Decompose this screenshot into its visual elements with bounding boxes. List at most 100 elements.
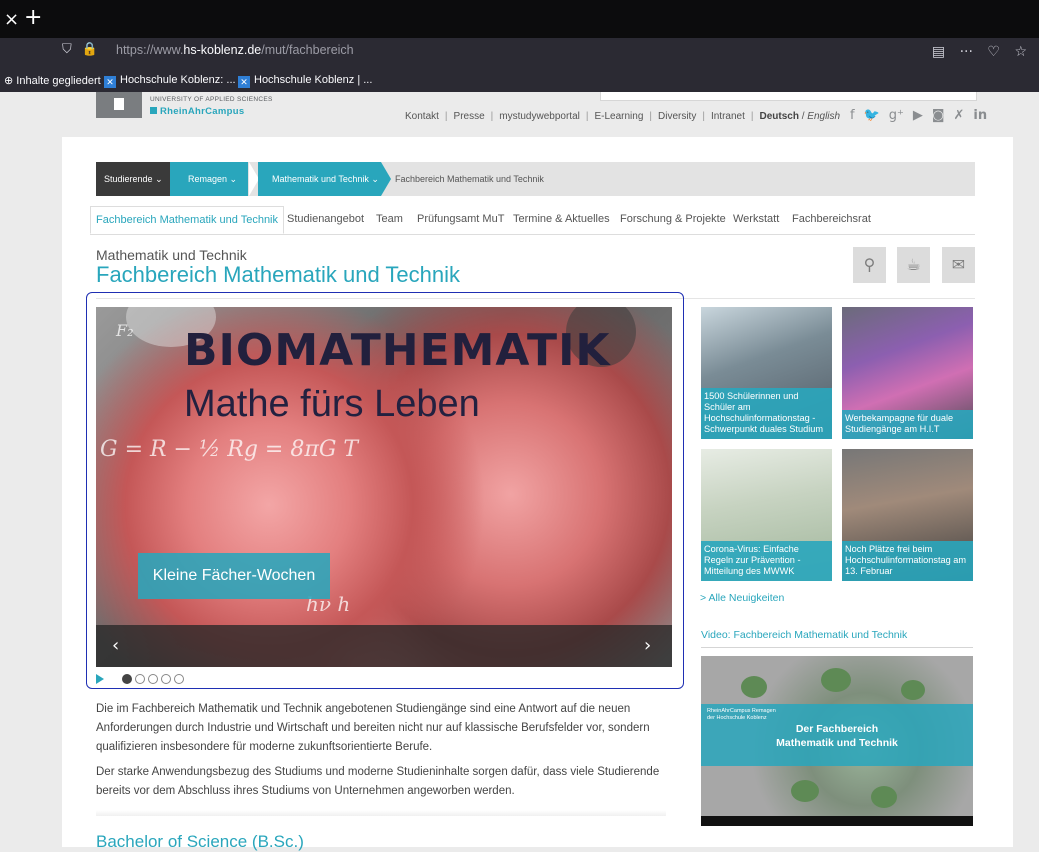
- decorative-tree: [821, 668, 851, 692]
- slide-subheadline: Mathe fürs Leben: [184, 383, 480, 425]
- intro-paragraph: Der starke Anwendungsbezug des Studiums …: [96, 766, 660, 797]
- googleplus-icon[interactable]: g⁺: [889, 108, 904, 123]
- news-caption: Werbekampagne für duale Studiengänge am …: [842, 410, 973, 439]
- news-caption: Corona-Virus: Einfache Regeln zur Präven…: [701, 541, 832, 581]
- url-path: /mut/fachbereich: [261, 43, 354, 57]
- tab-termine[interactable]: Termine & Aktuelles: [513, 206, 610, 232]
- tab-team[interactable]: Team: [376, 206, 403, 232]
- slider-prev-button[interactable]: ‹: [112, 635, 119, 656]
- topnav-presse[interactable]: Presse: [454, 111, 485, 122]
- divider: [96, 810, 666, 816]
- shield-icon[interactable]: ⛉: [62, 42, 72, 57]
- globe-icon: ⊕: [4, 75, 17, 87]
- slide-headline: BIOMATHEMATIK: [184, 325, 611, 376]
- news-tile[interactable]: Corona-Virus: Einfache Regeln zur Präven…: [701, 449, 832, 581]
- image-slider[interactable]: G = R − ½ Rg = 8πG T F₂ hν h BIOMATHEMAT…: [96, 307, 672, 667]
- url-domain: hs-koblenz.de: [183, 43, 262, 57]
- tab-werkstatt[interactable]: Werkstatt: [733, 206, 779, 232]
- slider-dot[interactable]: [148, 674, 158, 684]
- pocket-icon[interactable]: ♡: [987, 44, 1000, 60]
- news-tile[interactable]: Werbekampagne für duale Studiengänge am …: [842, 307, 973, 439]
- chevron-down-icon: ⌄: [229, 174, 238, 184]
- tab-pruefungsamt[interactable]: Prüfungsamt MuT: [417, 206, 504, 232]
- bookmarks-toolbar: ⊕ Inhalte gegliedert ✕ Hochschule Koblenz…: [0, 70, 1039, 92]
- linkedin-icon[interactable]: in: [973, 108, 987, 123]
- instagram-icon[interactable]: ◙: [932, 108, 945, 123]
- reader-view-icon[interactable]: ▤: [932, 44, 945, 60]
- tab-fachbereich[interactable]: Fachbereich Mathematik und Technik: [90, 206, 285, 234]
- logo-subtitle: UNIVERSITY OF APPLIED SCIENCES: [150, 96, 273, 103]
- news-tile[interactable]: 1500 Schülerinnen und Schüler am Hochsch…: [701, 307, 832, 439]
- bookmark-item[interactable]: ⊕ Inhalte gegliedert: [4, 74, 101, 87]
- browser-tab-bar: × +: [0, 0, 1039, 38]
- nav-icons: ⛉ 🔒: [12, 42, 98, 57]
- slider-next-button[interactable]: ›: [644, 635, 651, 656]
- topnav-mystudywebportal[interactable]: mystudywebportal: [499, 111, 580, 122]
- section-heading: Bachelor of Science (B.Sc.): [96, 832, 304, 851]
- chevron-down-icon: ⌄: [371, 174, 379, 184]
- all-news-link[interactable]: > Alle Neuigkeiten: [700, 592, 784, 604]
- breadcrumb-mathematik[interactable]: Mathematik und Technik ⌄: [258, 162, 381, 196]
- location-button[interactable]: ⚲: [853, 247, 886, 283]
- search-input[interactable]: [600, 92, 977, 101]
- email-button[interactable]: ✉: [942, 247, 975, 283]
- lock-icon[interactable]: 🔒: [82, 42, 98, 57]
- xing-icon[interactable]: ✗: [954, 108, 965, 123]
- twitter-icon[interactable]: 🐦: [864, 108, 880, 123]
- slider-controls: ‹ ›: [96, 625, 672, 667]
- video-controls[interactable]: [701, 816, 973, 826]
- decorative-tree: [871, 786, 897, 808]
- topnav-intranet[interactable]: Intranet: [711, 111, 745, 122]
- intro-paragraph: Die im Fachbereich Mathematik und Techni…: [96, 703, 650, 753]
- address-field[interactable]: https://www.hs-koblenz.de/mut/fachbereic…: [116, 43, 354, 57]
- bookmark-item[interactable]: ✕ Hochschule Koblenz | ...: [238, 74, 372, 88]
- news-caption: Noch Plätze frei beim Hochschulinformati…: [842, 541, 973, 581]
- divider: [701, 647, 973, 648]
- topnav-elearning[interactable]: E-Learning: [594, 111, 643, 122]
- slider-dot[interactable]: [161, 674, 171, 684]
- tab-fachbereichsrat[interactable]: Fachbereichsrat: [792, 206, 871, 232]
- youtube-icon[interactable]: ▶: [913, 108, 923, 123]
- slider-dot[interactable]: [122, 674, 132, 684]
- decorative-tree: [791, 780, 819, 802]
- facebook-icon[interactable]: f: [850, 108, 855, 123]
- chevron-down-icon: ⌄: [155, 174, 163, 184]
- logo[interactable]: [96, 92, 142, 118]
- url-actions: ▤ ··· ♡ ☆: [922, 44, 1027, 60]
- slide-caption-button[interactable]: Kleine Fächer-Wochen: [138, 553, 330, 599]
- hs-favicon-icon: ✕: [238, 76, 250, 88]
- language-switch[interactable]: Deutsch / English: [759, 111, 840, 122]
- more-actions-icon[interactable]: ···: [960, 44, 973, 60]
- coffee-button[interactable]: ☕: [897, 247, 930, 283]
- topnav-diversity[interactable]: Diversity: [658, 111, 696, 122]
- breadcrumb-remagen[interactable]: Remagen ⌄: [170, 162, 248, 196]
- divider: [96, 298, 975, 299]
- intro-text: Die im Fachbereich Mathematik und Techni…: [96, 700, 686, 807]
- coffee-cup-icon: ☕: [906, 255, 921, 274]
- logo-campus: RheinAhrCampus: [150, 106, 244, 117]
- breadcrumb-studierende[interactable]: Studierende ⌄: [96, 162, 170, 196]
- bookmark-item[interactable]: ✕ Hochschule Koblenz: ...: [104, 74, 236, 88]
- url-prefix: https://www.: [116, 43, 184, 57]
- bookmark-star-icon[interactable]: ☆: [1014, 44, 1027, 60]
- news-tile[interactable]: Noch Plätze frei beim Hochschulinformati…: [842, 449, 973, 581]
- decorative-formula: F₂: [116, 321, 134, 340]
- decorative-tree: [901, 680, 925, 700]
- new-tab-button[interactable]: +: [24, 5, 42, 30]
- hs-favicon-icon: ✕: [104, 76, 116, 88]
- video-title: Der Fachbereich Mathematik und Technik: [776, 723, 898, 749]
- section-tabs: Fachbereich Mathematik und Technik Studi…: [90, 206, 975, 235]
- slider-dot[interactable]: [174, 674, 184, 684]
- video-player[interactable]: RheinAhrCampus Remagen der Hochschule Ko…: [701, 656, 973, 826]
- topnav-kontakt[interactable]: Kontakt: [405, 111, 439, 122]
- news-caption: 1500 Schülerinnen und Schüler am Hochsch…: [701, 388, 832, 439]
- breadcrumb-current: Fachbereich Mathematik und Technik: [395, 174, 544, 184]
- video-channel: RheinAhrCampus Remagen der Hochschule Ko…: [707, 708, 776, 721]
- close-tab-icon[interactable]: ×: [4, 9, 19, 30]
- play-icon[interactable]: [96, 674, 104, 684]
- tab-forschung[interactable]: Forschung & Projekte: [620, 206, 726, 232]
- top-navigation: Kontakt | Presse | mystudywebportal | E-Learni…: [405, 111, 841, 122]
- tab-studienangebot[interactable]: Studienangebot: [287, 206, 364, 232]
- map-pin-icon: ⚲: [863, 255, 876, 274]
- slider-dot[interactable]: [135, 674, 145, 684]
